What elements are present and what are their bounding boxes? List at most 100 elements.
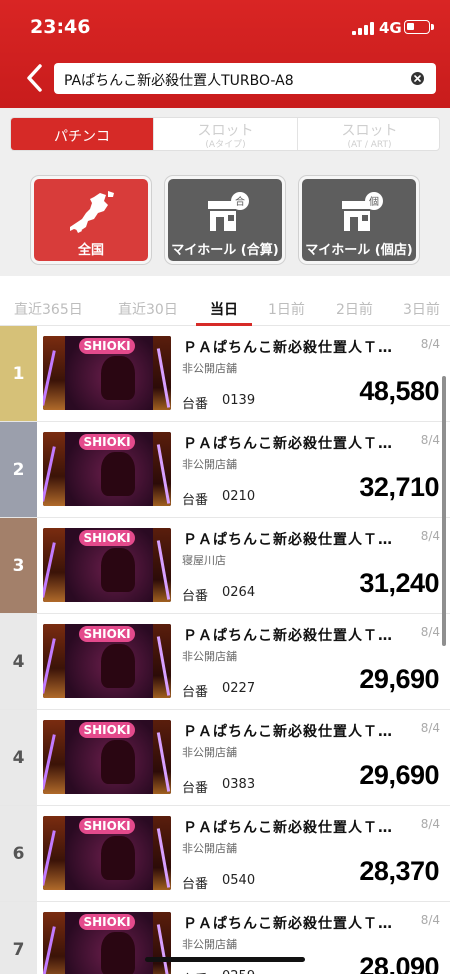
tab-today[interactable]: 当日: [210, 299, 238, 319]
my-hall-single-label: マイホール (個店): [305, 243, 413, 258]
ranking-row[interactable]: 2 SHIOKI ＰＡぱちんこ新必殺仕置人Ｔ… 8/4 非公開店舗 台番 021…: [0, 422, 450, 518]
thumbnail-logo: SHIOKI: [79, 914, 135, 930]
tab-3-days-ago[interactable]: 3日前: [403, 299, 440, 319]
record-date: 8/4: [420, 337, 440, 351]
machine-thumbnail: SHIOKI: [43, 912, 171, 974]
record-date: 8/4: [420, 625, 440, 639]
record-date: 8/4: [420, 721, 440, 735]
tab-sublabel: (Aタイプ): [205, 140, 246, 150]
payout-value: 29,690: [359, 760, 439, 790]
shop-name: 非公開店舗: [182, 362, 237, 375]
period-tabs: 直近365日 直近30日 当日 1日前 2日前 3日前: [0, 288, 450, 326]
rank-badge: 7: [0, 902, 37, 974]
machine-number: 0139: [222, 393, 256, 408]
tab-last-30-days[interactable]: 直近30日: [118, 299, 178, 319]
tab-1-day-ago[interactable]: 1日前: [268, 299, 305, 319]
machine-number: 0383: [222, 777, 256, 792]
japan-map-icon: [70, 191, 114, 233]
thumbnail-logo: SHIOKI: [79, 722, 135, 738]
machine-type-tabs: パチンコ スロット (Aタイプ) スロット (AT / ART): [10, 117, 440, 151]
payout-value: 48,580: [359, 376, 439, 406]
rank-badge: 1: [0, 326, 37, 421]
record-date: 8/4: [420, 529, 440, 543]
shop-combined-icon: 合: [208, 192, 249, 231]
machine-number-label: 台番: [182, 969, 208, 974]
tab-sublabel: (AT / ART): [347, 140, 392, 150]
machine-number-label: 台番: [182, 397, 209, 412]
ranking-row[interactable]: 6 SHIOKI ＰＡぱちんこ新必殺仕置人Ｔ… 8/4 非公開店舗 台番 054…: [0, 806, 450, 902]
machine-number: 0227: [222, 681, 256, 696]
thumbnail-logo: SHIOKI: [79, 434, 135, 450]
rank-badge: 4: [0, 614, 37, 709]
back-arrow-icon[interactable]: [24, 62, 46, 94]
shop-name: 非公開店舗: [182, 458, 237, 471]
tab-label: スロット: [197, 123, 254, 139]
machine-title: ＰＡぱちんこ新必殺仕置人Ｔ…: [183, 340, 393, 356]
status-time: 23:46: [30, 16, 91, 38]
machine-thumbnail: SHIOKI: [43, 528, 171, 602]
battery-icon: [404, 20, 434, 34]
machine-number-label: 台番: [182, 685, 209, 700]
machine-thumbnail: SHIOKI: [43, 432, 171, 506]
rank-badge: 2: [0, 422, 37, 517]
scrollbar[interactable]: [442, 376, 446, 646]
machine-number: 0540: [222, 873, 256, 888]
thumbnail-logo: SHIOKI: [79, 338, 135, 354]
rank-badge: 4: [0, 710, 37, 805]
tab-2-days-ago[interactable]: 2日前: [336, 299, 373, 319]
record-date: 8/4: [420, 913, 440, 927]
rank-badge: 6: [0, 806, 37, 901]
shop-single-icon: 個: [342, 192, 383, 231]
shop-name: 非公開店舗: [182, 938, 237, 951]
machine-title: ＰＡぱちんこ新必殺仕置人Ｔ…: [183, 916, 393, 932]
machine-type-bar: パチンコ スロット (Aタイプ) スロット (AT / ART): [0, 108, 450, 160]
machine-thumbnail: SHIOKI: [43, 336, 171, 410]
app-header: 23:46 4G PAぱちんこ新必殺仕置人TURBO-A8: [0, 0, 450, 108]
nationwide-button[interactable]: 全国: [31, 176, 151, 264]
machine-number: 0264: [222, 585, 256, 600]
payout-value: 32,710: [359, 472, 439, 502]
tab-slot-a-type[interactable]: スロット (Aタイプ): [154, 118, 297, 150]
machine-thumbnail: SHIOKI: [43, 720, 171, 794]
ranking-row[interactable]: 1 SHIOKI ＰＡぱちんこ新必殺仕置人Ｔ… 8/4 非公開店舗 台番 013…: [0, 326, 450, 422]
thumbnail-logo: SHIOKI: [79, 818, 135, 834]
shop-name: 寝屋川店: [182, 554, 226, 567]
tab-last-365-days[interactable]: 直近365日: [14, 299, 83, 319]
payout-value: 31,240: [359, 568, 439, 598]
machine-title: ＰＡぱちんこ新必殺仕置人Ｔ…: [183, 532, 393, 548]
nationwide-label: 全国: [77, 243, 104, 258]
thumbnail-logo: SHIOKI: [79, 530, 135, 546]
machine-number: 0259: [222, 969, 255, 974]
ranking-row[interactable]: 3 SHIOKI ＰＡぱちんこ新必殺仕置人Ｔ… 8/4 寝屋川店 台番 0264…: [0, 518, 450, 614]
my-hall-single-button[interactable]: 個 マイホール (個店): [299, 176, 419, 264]
machine-number: 0210: [222, 489, 256, 504]
machine-title: ＰＡぱちんこ新必殺仕置人Ｔ…: [183, 724, 393, 740]
shop-name: 非公開店舗: [182, 842, 237, 855]
ranking-row[interactable]: 4 SHIOKI ＰＡぱちんこ新必殺仕置人Ｔ… 8/4 非公開店舗 台番 022…: [0, 614, 450, 710]
tab-label: パチンコ: [54, 129, 110, 145]
rank-badge: 3: [0, 518, 37, 613]
tab-pachinko[interactable]: パチンコ: [11, 118, 153, 150]
search-field[interactable]: PAぱちんこ新必殺仕置人TURBO-A8: [54, 63, 436, 94]
scope-buttons: 全国 合 マイホール (合算) 個 マイホール (個店): [0, 160, 450, 276]
machine-thumbnail: SHIOKI: [43, 816, 171, 890]
tab-slot-at-art[interactable]: スロット (AT / ART): [298, 118, 439, 150]
thumbnail-logo: SHIOKI: [79, 626, 135, 642]
machine-title: ＰＡぱちんこ新必殺仕置人Ｔ…: [183, 436, 393, 452]
ranking-row[interactable]: 4 SHIOKI ＰＡぱちんこ新必殺仕置人Ｔ… 8/4 非公開店舗 台番 038…: [0, 710, 450, 806]
machine-number-label: 台番: [182, 493, 209, 508]
payout-value: 28,090: [359, 952, 439, 974]
shop-name: 非公開店舗: [182, 650, 237, 663]
network-label: 4G: [379, 19, 402, 37]
my-hall-combined-button[interactable]: 合 マイホール (合算): [165, 176, 285, 264]
ranking-row[interactable]: 7 SHIOKI ＰＡぱちんこ新必殺仕置人Ｔ… 8/4 非公開店舗 台番 025…: [0, 902, 450, 974]
clear-icon[interactable]: [411, 72, 424, 85]
search-query[interactable]: PAぱちんこ新必殺仕置人TURBO-A8: [64, 70, 294, 90]
home-indicator[interactable]: [145, 957, 305, 962]
machine-number-label: 台番: [182, 877, 209, 892]
record-date: 8/4: [420, 433, 440, 447]
payout-value: 29,690: [359, 664, 439, 694]
shop-name: 非公開店舗: [182, 746, 237, 759]
payout-value: 28,370: [359, 856, 439, 886]
svg-text:合: 合: [235, 195, 245, 208]
